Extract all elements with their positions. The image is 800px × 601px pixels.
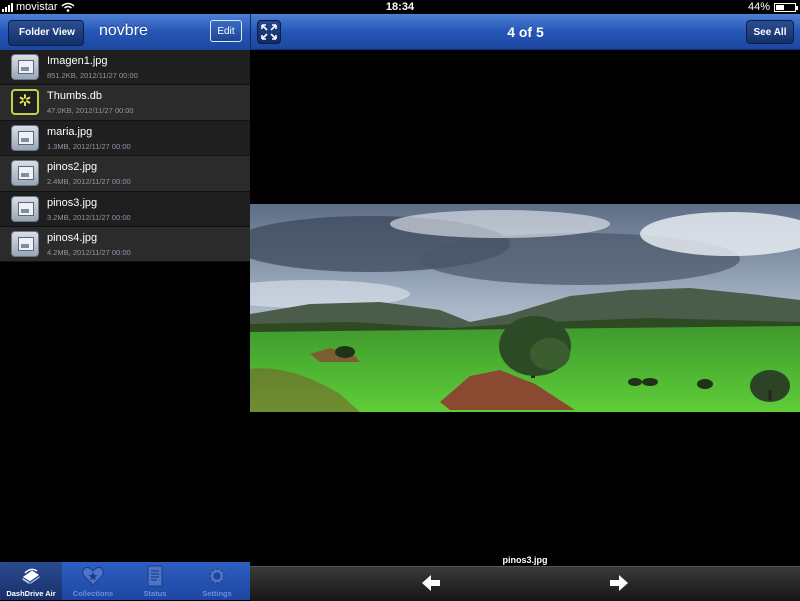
document-icon bbox=[147, 565, 163, 587]
file-meta: 2.4MB, 2012/11/27 00:00 bbox=[47, 177, 131, 187]
see-all-button[interactable]: See All bbox=[746, 20, 794, 44]
arrow-right-icon[interactable] bbox=[608, 573, 630, 593]
tab-collections[interactable]: Collections bbox=[62, 562, 124, 600]
database-file-icon: ✲ bbox=[11, 89, 39, 116]
image-file-icon bbox=[11, 124, 39, 151]
file-name: maria.jpg bbox=[47, 125, 93, 138]
image-file-icon bbox=[11, 230, 39, 257]
file-name: pinos3.jpg bbox=[47, 196, 98, 209]
tab-label: Collections bbox=[72, 589, 114, 598]
landscape-photo[interactable] bbox=[250, 204, 800, 412]
tab-status[interactable]: Status bbox=[124, 562, 186, 600]
status-time: 18:34 bbox=[385, 1, 415, 13]
file-meta: 4.2MB, 2012/11/27 00:00 bbox=[47, 247, 131, 257]
file-row-thumbs[interactable]: ✲ Thumbs.db 47.0KB, 2012/11/27 00:00 bbox=[0, 85, 250, 121]
image-caption: pinos3.jpg bbox=[502, 555, 548, 565]
image-viewer-pane: 4 of 5 See All pinos3.jpg bbox=[250, 14, 800, 601]
file-name: Thumbs.db bbox=[47, 90, 103, 103]
tab-dashdrive-air[interactable]: DashDrive Air bbox=[0, 562, 62, 600]
image-file-icon bbox=[11, 160, 39, 187]
folder-view-back-button[interactable]: Folder View bbox=[8, 20, 84, 46]
tab-label: Status bbox=[143, 589, 167, 598]
file-row-pinos3[interactable]: pinos3.jpg 3.2MB, 2012/11/27 00:00 bbox=[0, 191, 250, 227]
file-meta: 47.0KB, 2012/11/27 00:00 bbox=[47, 106, 134, 116]
file-meta: 1.3MB, 2012/11/27 00:00 bbox=[47, 141, 131, 151]
file-name: pinos4.jpg bbox=[47, 231, 98, 244]
viewer-navbar: 4 of 5 See All bbox=[250, 14, 800, 50]
file-list-pane: Folder View novbre Edit Imagen1.jpg 851.… bbox=[0, 14, 250, 600]
heart-star-icon bbox=[82, 566, 104, 586]
status-bar: movistar 18:34 44% bbox=[0, 0, 800, 14]
file-row-maria[interactable]: maria.jpg 1.3MB, 2012/11/27 00:00 bbox=[0, 120, 250, 157]
tab-label: Settings bbox=[202, 589, 232, 598]
gear-icon bbox=[209, 568, 225, 584]
file-list-navbar: Folder View novbre Edit bbox=[0, 14, 250, 51]
battery-level bbox=[776, 4, 784, 10]
battery-icon bbox=[774, 2, 798, 12]
file-name: pinos2.jpg bbox=[47, 161, 98, 174]
image-file-icon bbox=[11, 195, 39, 222]
file-name: Imagen1.jpg bbox=[47, 55, 108, 67]
status-right: 44% bbox=[747, 0, 798, 14]
file-row-pinos2[interactable]: pinos2.jpg 2.4MB, 2012/11/27 00:00 bbox=[0, 156, 250, 192]
viewer-toolbar bbox=[250, 566, 800, 601]
battery-percent: 44% bbox=[747, 1, 770, 13]
file-meta: 3.2MB, 2012/11/27 00:00 bbox=[47, 212, 131, 222]
image-counter: 4 of 5 bbox=[507, 24, 544, 40]
folder-title: novbre bbox=[99, 22, 148, 39]
file-row-pinos4[interactable]: pinos4.jpg 4.2MB, 2012/11/27 00:00 bbox=[0, 226, 250, 263]
file-row-imagen1[interactable]: Imagen1.jpg 851.2KB, 2012/11/27 00:00 bbox=[0, 50, 250, 86]
tab-label: DashDrive Air bbox=[6, 589, 56, 598]
image-file-icon bbox=[11, 54, 39, 80]
tab-bar: DashDrive Air Collections Status Setting… bbox=[0, 562, 250, 600]
edit-button[interactable]: Edit bbox=[210, 20, 242, 42]
file-meta: 851.2KB, 2012/11/27 00:00 bbox=[47, 71, 138, 80]
file-list: Imagen1.jpg 851.2KB, 2012/11/27 00:00 ✲ … bbox=[0, 50, 250, 263]
arrow-left-icon[interactable] bbox=[420, 573, 442, 593]
tab-settings[interactable]: Settings bbox=[186, 562, 248, 600]
drive-icon bbox=[21, 568, 41, 586]
